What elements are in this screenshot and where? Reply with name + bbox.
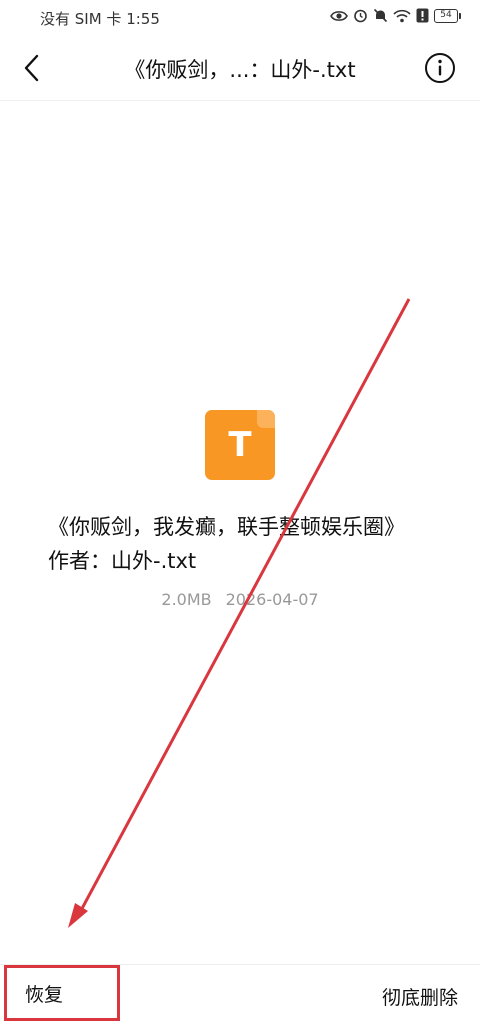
mute-icon: [373, 8, 388, 23]
page-title: 《你贩剑，...：山外-.txt: [124, 58, 356, 82]
restore-button[interactable]: 恢复: [4, 965, 120, 1021]
txt-file-icon: T: [205, 410, 275, 480]
arrow-head: [68, 903, 88, 928]
alarm-icon: [354, 9, 367, 23]
title-bar: 《你贩剑，...：山外-.txt: [0, 36, 480, 101]
file-size: 2.0MB: [161, 590, 212, 609]
info-circle-icon: [425, 53, 455, 83]
file-meta: 2.0MB 2026-04-07: [0, 590, 480, 609]
file-name: 《你贩剑，我发癫，联手整顿娱乐圈》作者：山外-.txt: [48, 515, 405, 573]
delete-permanently-button[interactable]: 彻底删除: [382, 983, 458, 1010]
battery-icon: 54: [434, 8, 461, 23]
status-bar: 没有 SIM 卡 1:55 54: [0, 0, 480, 36]
status-text: 没有 SIM 卡 1:55: [40, 10, 160, 28]
bottom-action-bar: 恢复 彻底删除: [0, 964, 480, 1028]
wifi-icon: [393, 9, 411, 22]
file-date: 2026-04-07: [225, 590, 319, 609]
status-icons: 54: [330, 8, 461, 23]
alert-icon: [416, 8, 429, 23]
file-icon-letter: T: [228, 425, 252, 465]
eye-icon: [330, 10, 348, 21]
info-button[interactable]: [422, 50, 458, 86]
